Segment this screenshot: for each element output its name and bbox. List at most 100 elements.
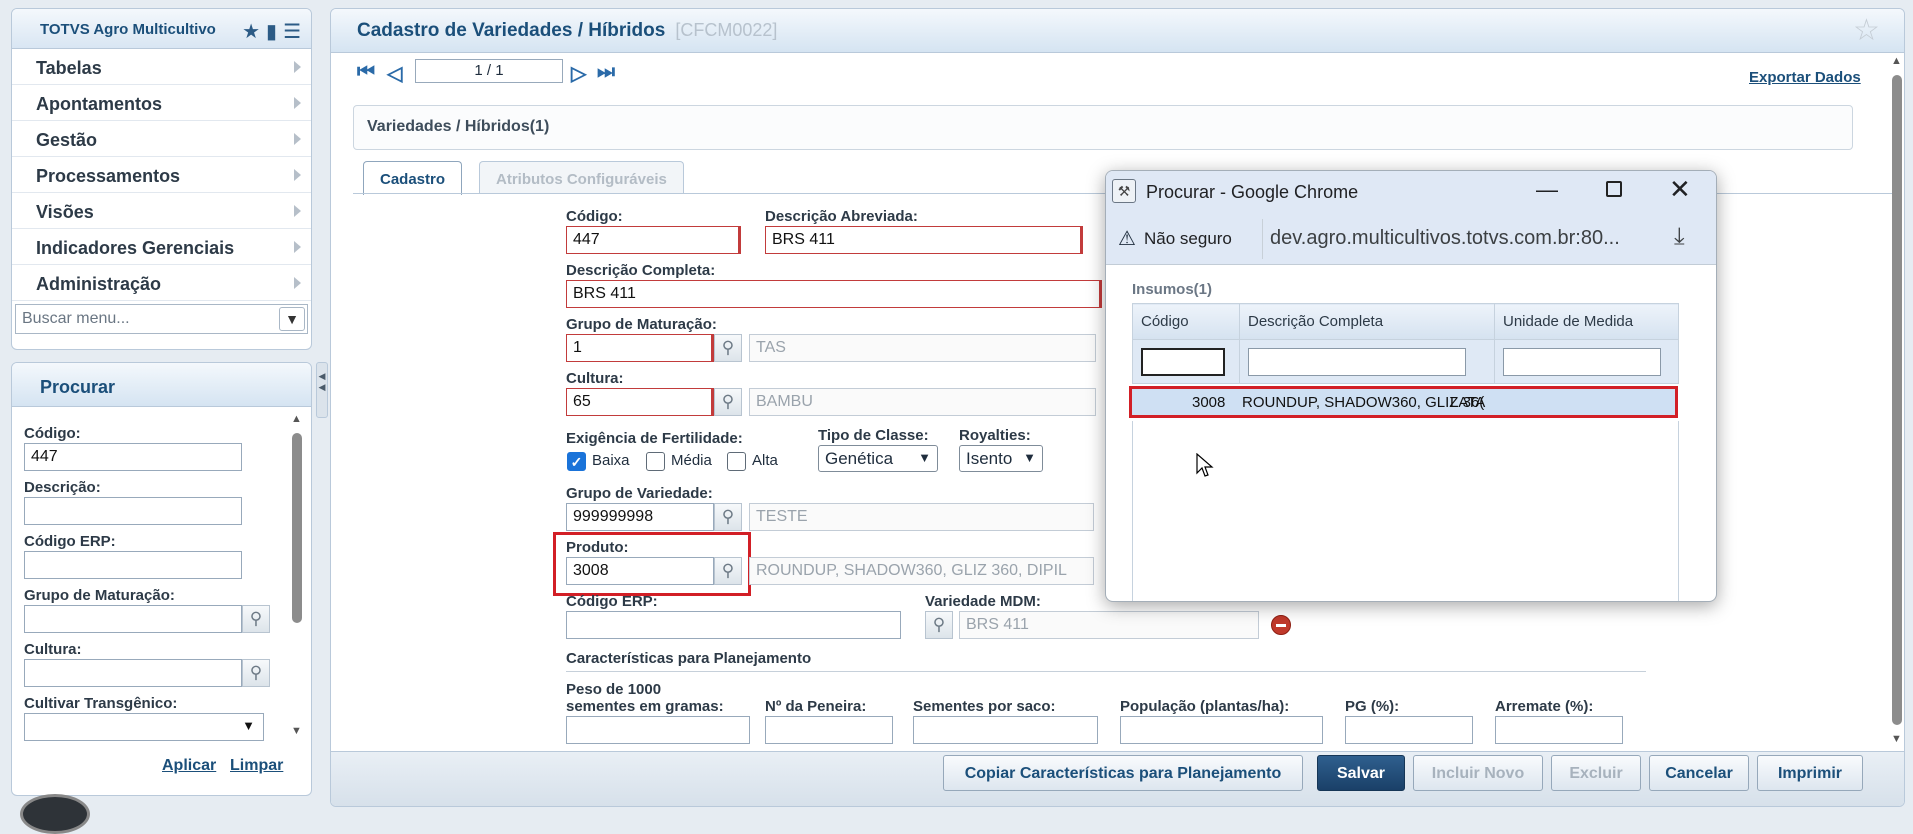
menu-search-input[interactable]: Buscar menu... ▼ — [15, 304, 308, 334]
scroll-up-icon[interactable]: ▲ — [291, 413, 302, 425]
filter-descricao-input[interactable] — [1248, 347, 1466, 376]
col-descricao[interactable]: Descrição Completa — [1239, 303, 1495, 340]
search-codigo-erp-label: Código ERP: — [24, 533, 116, 550]
filter-codigo-input[interactable] — [1141, 347, 1225, 376]
codigo-input[interactable]: 447 — [566, 226, 741, 254]
last-page-icon[interactable]: ⏭ — [597, 61, 615, 84]
clear-link[interactable]: Limpar — [230, 757, 283, 775]
col-codigo[interactable]: Código — [1132, 303, 1240, 340]
first-page-icon[interactable]: ⏮ — [357, 61, 375, 84]
menu-item-administracao[interactable]: Administração — [12, 265, 311, 301]
menu-item-tabelas[interactable]: Tabelas — [12, 49, 311, 85]
produto-input[interactable]: 3008 — [566, 557, 714, 585]
scrollbar-thumb[interactable] — [292, 433, 302, 623]
checkbox-media[interactable] — [646, 452, 665, 471]
codigo-erp-input[interactable] — [566, 611, 901, 639]
tab-cadastro[interactable]: Cadastro — [363, 161, 463, 195]
magnifier-icon[interactable]: ⚲ — [925, 611, 953, 639]
search-scrollbar[interactable]: ▲ ▼ — [291, 413, 303, 738]
menu-item-label: Administração — [36, 274, 162, 294]
delete-button[interactable]: Excluir — [1551, 755, 1641, 791]
sementes-input[interactable] — [913, 716, 1098, 744]
page-title: Cadastro de Variedades / Híbridos [CFCM00… — [331, 9, 1904, 53]
close-icon[interactable]: ✕ — [1669, 174, 1691, 205]
magnifier-icon[interactable]: ⚲ — [714, 503, 742, 531]
chevron-right-icon — [294, 169, 301, 181]
grupo-variedade-desc: TESTE — [749, 503, 1094, 531]
popup-url[interactable]: dev.agro.multicultivos.totvs.com.br:80..… — [1270, 227, 1620, 250]
scroll-up-icon[interactable]: ▲ — [1891, 55, 1902, 67]
magnifier-icon[interactable]: ⚲ — [714, 334, 742, 362]
minimize-icon[interactable]: — — [1536, 177, 1558, 203]
magnifier-icon[interactable]: ⚲ — [714, 388, 742, 416]
export-data-link[interactable]: Exportar Dados — [1749, 69, 1861, 86]
chevron-down-icon[interactable]: ▼ — [279, 307, 305, 331]
desc-comp-label: Descrição Completa: — [566, 262, 716, 279]
favorite-star-icon[interactable]: ★ — [242, 19, 260, 44]
scroll-down-icon[interactable]: ▼ — [1891, 733, 1902, 745]
desc-comp-input[interactable]: BRS 411 — [566, 280, 1102, 308]
next-page-icon[interactable]: ▷ — [571, 61, 586, 86]
copy-planning-button[interactable]: Copiar Características para Planejamento — [943, 755, 1303, 791]
add-new-button[interactable]: Incluir Novo — [1413, 755, 1543, 791]
magnifier-icon[interactable]: ⚲ — [242, 659, 270, 687]
col-unidade[interactable]: Unidade de Medida — [1494, 303, 1679, 340]
search-descricao-input[interactable] — [24, 497, 242, 525]
chevron-right-icon — [294, 61, 301, 73]
popup-address-bar[interactable]: ⚠ Não seguro dev.agro.multicultivos.totv… — [1106, 213, 1716, 265]
filter-unidade-input[interactable] — [1503, 347, 1661, 376]
collapse-panel-handle[interactable]: ◀ ◀ — [316, 362, 328, 418]
remove-icon[interactable] — [1271, 615, 1291, 635]
scroll-down-icon[interactable]: ▼ — [291, 725, 302, 737]
table-row[interactable]: 3008 ROUNDUP, SHADOW360, GLIZ 36( LATA — [1129, 386, 1678, 418]
search-codigo-input[interactable]: 447 — [24, 443, 242, 471]
apply-link[interactable]: Aplicar — [162, 757, 216, 775]
populacao-input[interactable] — [1120, 716, 1323, 744]
checkbox-baixa[interactable]: ✓ — [567, 452, 586, 471]
search-cultivar-select[interactable]: ▼ — [24, 713, 264, 741]
arremate-input[interactable] — [1495, 716, 1623, 744]
peneira-input[interactable] — [765, 716, 893, 744]
menu-header-icons: ★ ▮ ☰ — [242, 19, 301, 44]
royalties-select[interactable]: Isento ▼ — [959, 445, 1043, 472]
menu-item-gestao[interactable]: Gestão — [12, 121, 311, 157]
not-secure-label[interactable]: Não seguro — [1144, 229, 1232, 249]
peso-input[interactable] — [566, 716, 750, 744]
prev-page-icon[interactable]: ◁ — [387, 61, 402, 86]
cancel-button[interactable]: Cancelar — [1649, 755, 1749, 791]
print-button[interactable]: Imprimir — [1757, 755, 1863, 791]
menu-item-visoes[interactable]: Visões — [12, 193, 311, 229]
chevron-down-icon: ▼ — [1023, 450, 1036, 465]
search-grupo-input[interactable] — [24, 605, 242, 633]
menu-item-apontamentos[interactable]: Apontamentos — [12, 85, 311, 121]
scrollbar-thumb[interactable] — [1892, 75, 1902, 725]
magnifier-icon[interactable]: ⚲ — [714, 557, 742, 585]
save-button[interactable]: Salvar — [1317, 755, 1405, 791]
pg-input[interactable] — [1345, 716, 1473, 744]
maximize-icon[interactable] — [1606, 181, 1622, 197]
avatar[interactable] — [20, 794, 90, 834]
grupo-input[interactable]: 1 — [566, 334, 714, 362]
search-codigo-erp-input[interactable] — [24, 551, 242, 579]
checkbox-alta[interactable] — [727, 452, 746, 471]
download-icon[interactable]: ⤓ — [1674, 223, 1685, 251]
favorite-star-icon[interactable]: ☆ — [1853, 13, 1880, 48]
list-tree-icon[interactable]: ☰ — [283, 19, 301, 44]
planejamento-title: Características para Planejamento — [566, 650, 812, 667]
bar-chart-icon[interactable]: ▮ — [266, 19, 277, 44]
grupo-variedade-input[interactable]: 999999998 — [566, 503, 714, 531]
popup-titlebar[interactable]: ⚒ Procurar - Google Chrome — ✕ — [1106, 171, 1716, 213]
menu-item-processamentos[interactable]: Processamentos — [12, 157, 311, 193]
page-input[interactable]: 1 / 1 — [415, 59, 563, 83]
section-header: Variedades / Híbridos(1) — [353, 105, 1853, 150]
magnifier-icon[interactable]: ⚲ — [242, 605, 270, 633]
chevron-right-icon — [294, 241, 301, 253]
cultura-input[interactable]: 65 — [566, 388, 714, 416]
search-cultura-input[interactable] — [24, 659, 242, 687]
tipo-classe-select[interactable]: Genética ▼ — [818, 445, 938, 472]
menu-item-indicadores[interactable]: Indicadores Gerenciais — [12, 229, 311, 265]
main-scrollbar[interactable]: ▲ ▼ — [1890, 55, 1904, 749]
grupo-label: Grupo de Maturação: — [566, 316, 717, 333]
tab-atributos[interactable]: Atributos Configuráveis — [479, 161, 684, 193]
desc-abrev-input[interactable]: BRS 411 — [765, 226, 1083, 254]
